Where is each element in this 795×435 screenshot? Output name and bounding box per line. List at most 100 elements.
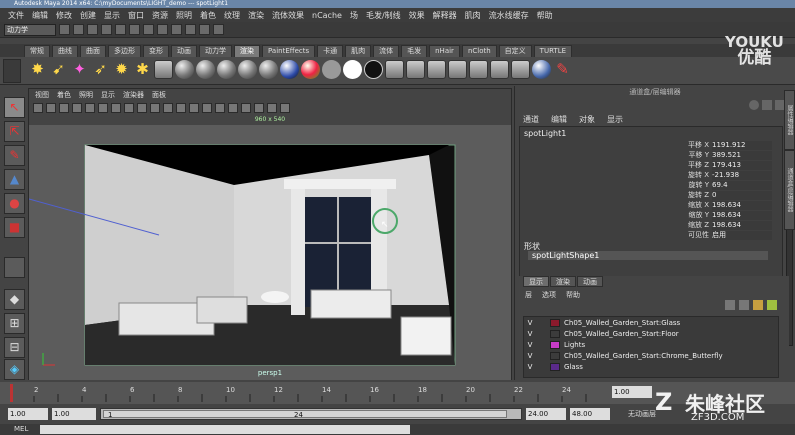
- layer-row[interactable]: V Ch05_Walled_Garden_Start:Glass: [524, 317, 778, 328]
- render-settings-icon[interactable]: [213, 24, 224, 35]
- film-gate-icon[interactable]: [98, 103, 108, 113]
- vp-menu-panels[interactable]: 面板: [152, 90, 166, 100]
- ipr-shelf-icon[interactable]: [427, 60, 446, 79]
- resolution-gate-icon[interactable]: [111, 103, 121, 113]
- time-slider[interactable]: 2 4 6 8 10 12 14 16 18 20 22 24 1.00: [0, 382, 795, 404]
- menu-fields[interactable]: 场: [350, 10, 358, 21]
- layer-row[interactable]: V Ch05_Walled_Garden_Start:Chrome_Butterf…: [524, 350, 778, 361]
- layer-row[interactable]: V Lights: [524, 339, 778, 350]
- shelf-tab-fluids[interactable]: 流体: [373, 45, 400, 57]
- current-time-field[interactable]: 1.00: [612, 386, 652, 398]
- layer-row[interactable]: V Glass: [524, 361, 778, 372]
- scene-start-field[interactable]: 1.00: [8, 408, 48, 420]
- shelf-tab-turtle[interactable]: TURTLE: [533, 45, 573, 57]
- shape-node-name[interactable]: spotLightShape1: [528, 251, 768, 260]
- shelf-tab-animation[interactable]: 动画: [171, 45, 197, 57]
- shader-use-background-icon[interactable]: [364, 60, 383, 79]
- bookmark-icon[interactable]: [59, 103, 69, 113]
- vp-menu-renderer[interactable]: 渲染器: [123, 90, 144, 100]
- shelf-tab-muscle[interactable]: 肌肉: [345, 45, 372, 57]
- vp-menu-view[interactable]: 视图: [35, 90, 49, 100]
- last-tool-icon[interactable]: [4, 257, 25, 278]
- spot-light-icon[interactable]: ➶: [91, 60, 110, 79]
- menu-display[interactable]: 显示: [104, 10, 120, 21]
- menu-assets[interactable]: 资源: [152, 10, 168, 21]
- shadows-icon[interactable]: [228, 103, 238, 113]
- ambient-light-icon[interactable]: ✸: [28, 60, 47, 79]
- menu-shading[interactable]: 着色: [200, 10, 216, 21]
- menu-file[interactable]: 文件: [8, 10, 24, 21]
- layer-menu-layers[interactable]: 层: [525, 290, 532, 300]
- hypershade-icon[interactable]: [154, 60, 173, 79]
- playback-end-field[interactable]: 24.00: [526, 408, 566, 420]
- menu-effects[interactable]: 效果: [409, 10, 425, 21]
- shelf-menu-icon[interactable]: [3, 59, 21, 83]
- cb-float-icon[interactable]: [762, 100, 772, 110]
- high-quality-icon[interactable]: [280, 103, 290, 113]
- attr-rotate-x[interactable]: 旋转 X -21.938: [620, 171, 780, 180]
- save-scene-icon[interactable]: [87, 24, 98, 35]
- shelf-tab-deformation[interactable]: 变形: [143, 45, 169, 57]
- light-linking-icon[interactable]: [469, 60, 488, 79]
- render-current-icon[interactable]: [185, 24, 196, 35]
- shelf-tab-toon[interactable]: 卡通: [317, 45, 344, 57]
- shelf-tab-polygons[interactable]: 多边形: [108, 45, 141, 57]
- mental-ray-icon[interactable]: [532, 60, 551, 79]
- menu-edit[interactable]: 编辑: [32, 10, 48, 21]
- point-light-icon[interactable]: ✦: [70, 60, 89, 79]
- new-scene-icon[interactable]: [59, 24, 70, 35]
- field-chart-icon[interactable]: [137, 103, 147, 113]
- shader-shading-map-icon[interactable]: [322, 60, 341, 79]
- menu-window[interactable]: 窗口: [128, 10, 144, 21]
- layout-single-icon[interactable]: ◆: [4, 289, 25, 310]
- mel-label[interactable]: MEL: [14, 425, 28, 433]
- shelf-tab-surfaces[interactable]: 曲面: [80, 45, 106, 57]
- menu-set-select[interactable]: 动力学: [4, 23, 56, 36]
- menu-muscle[interactable]: 肌肉: [465, 10, 481, 21]
- scale-tool-icon[interactable]: ■: [4, 217, 25, 238]
- ipr-render-icon[interactable]: [199, 24, 210, 35]
- layer-menu-options[interactable]: 选项: [542, 290, 556, 300]
- layer-tab-anim[interactable]: 动画: [577, 276, 603, 287]
- vp-menu-show[interactable]: 显示: [101, 90, 115, 100]
- layout-four-icon[interactable]: ⊞: [4, 313, 25, 334]
- layer-tab-render[interactable]: 渲染: [550, 276, 576, 287]
- attr-rotate-z[interactable]: 旋转 Z0: [620, 191, 780, 200]
- volume-light-icon[interactable]: ✱: [133, 60, 152, 79]
- render-view-icon[interactable]: [385, 60, 404, 79]
- shader-ramp-icon[interactable]: [301, 60, 320, 79]
- shelf-tab-dynamics[interactable]: 动力学: [199, 45, 232, 57]
- menu-lighting[interactable]: 照明: [176, 10, 192, 21]
- attr-translate-z[interactable]: 平移 Z 179.413: [620, 161, 780, 170]
- snap-curve-icon[interactable]: [157, 24, 168, 35]
- paint-brush-icon[interactable]: ✎: [553, 60, 572, 79]
- wireframe-icon[interactable]: [163, 103, 173, 113]
- layer-color-swatch[interactable]: [550, 351, 560, 360]
- layer-color-swatch[interactable]: [550, 318, 560, 327]
- move-layer-down-icon[interactable]: [739, 300, 749, 310]
- cb-menu-object[interactable]: 对象: [579, 114, 595, 125]
- select-object-icon[interactable]: [115, 24, 126, 35]
- shader-phonge-icon[interactable]: [259, 60, 278, 79]
- attr-scale-x[interactable]: 缩放 X 198.634: [620, 201, 780, 210]
- menu-texturing[interactable]: 纹理: [224, 10, 240, 21]
- vp-menu-lighting[interactable]: 照明: [79, 90, 93, 100]
- camera-attr-icon[interactable]: [46, 103, 56, 113]
- shader-anisotropic-icon[interactable]: [175, 60, 194, 79]
- shelf-tab-rendering[interactable]: 渲染: [234, 45, 260, 57]
- menu-modify[interactable]: 修改: [56, 10, 72, 21]
- shelf-tab-custom[interactable]: 自定义: [498, 45, 532, 57]
- cb-help-icon[interactable]: [749, 100, 759, 110]
- move-tool-icon[interactable]: ▲: [4, 169, 25, 190]
- select-hierarchy-icon[interactable]: [101, 24, 112, 35]
- shelf-tab-fur[interactable]: 毛发: [401, 45, 428, 57]
- scene-end-field[interactable]: 48.00: [570, 408, 610, 420]
- snap-grid-icon[interactable]: [143, 24, 154, 35]
- select-tool-icon[interactable]: ↖: [4, 97, 25, 118]
- shelf-tab-nhair[interactable]: nHair: [429, 45, 460, 57]
- safe-action-icon[interactable]: [150, 103, 160, 113]
- shader-lambert-icon[interactable]: [217, 60, 236, 79]
- attr-visibility[interactable]: 可见性 启用: [620, 231, 780, 240]
- attr-scale-z[interactable]: 缩放 Z 198.634: [620, 221, 780, 230]
- smooth-shade-icon[interactable]: [176, 103, 186, 113]
